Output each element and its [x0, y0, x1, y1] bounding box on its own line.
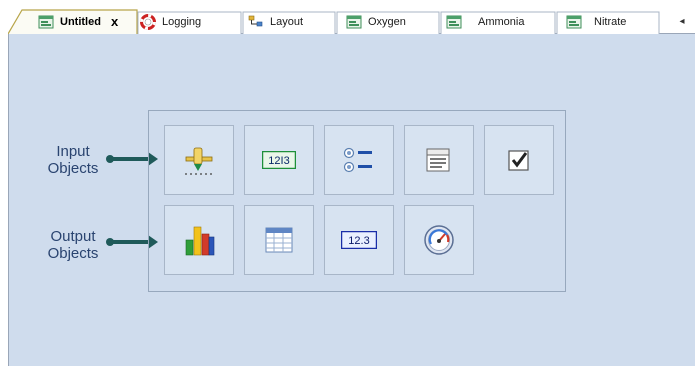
- tab-label: Layout: [270, 15, 304, 28]
- close-tab-button[interactable]: x: [111, 14, 118, 29]
- form-icon: [38, 15, 54, 28]
- radio-list-icon: [343, 147, 372, 173]
- gauge-icon: [424, 225, 454, 255]
- output-arrow: [106, 235, 158, 249]
- tab-label: Oxygen: [368, 15, 406, 28]
- checkbox-tile[interactable]: [484, 125, 554, 195]
- output-label-line-1: Output: [50, 228, 96, 245]
- option-list-tile[interactable]: [324, 125, 394, 195]
- output-label-line-2: Objects: [47, 245, 99, 262]
- bar-chart-tile[interactable]: [164, 205, 234, 275]
- tab-layout[interactable]: Layout: [242, 9, 336, 34]
- numeric-display-tile[interactable]: 12.3: [324, 205, 394, 275]
- input-arrow: [106, 152, 158, 166]
- tab-label: Logging: [162, 15, 202, 28]
- numeric-display-text: 12.3: [348, 235, 369, 247]
- slider-control-tile[interactable]: [164, 125, 234, 195]
- output-objects-label: Output Objects: [40, 228, 106, 262]
- slider-icon: [185, 147, 213, 175]
- list-box-icon: [426, 148, 450, 172]
- tab-label: Untitled: [60, 15, 101, 28]
- form-icon: [446, 15, 462, 28]
- input-objects-label: Input Objects: [42, 143, 104, 177]
- tab-label: Ammonia: [478, 15, 525, 28]
- input-label-line-1: Input: [56, 143, 90, 160]
- lifebuoy-icon: [140, 13, 156, 30]
- numeric-input-tile[interactable]: 12I3: [244, 125, 314, 195]
- data-table-tile[interactable]: [244, 205, 314, 275]
- form-icon: [566, 15, 582, 28]
- numeric-input-text: 12I3: [268, 155, 289, 167]
- numeric-input-icon: 12I3: [262, 151, 296, 169]
- dropdown-list-tile[interactable]: [404, 125, 474, 195]
- tab-ammonia[interactable]: Ammonia: [440, 9, 556, 34]
- gauge-tile[interactable]: [404, 205, 474, 275]
- checkbox-icon: [508, 150, 529, 171]
- layout-tree-icon: [248, 15, 263, 26]
- tab-label: Nitrate: [594, 15, 627, 28]
- bar-chart-icon: [185, 226, 215, 256]
- input-label-line-2: Objects: [47, 160, 99, 177]
- tab-scroll-left-button[interactable]: ◂: [673, 12, 691, 30]
- table-icon: [265, 227, 293, 253]
- tab-untitled[interactable]: Untitled x: [8, 9, 138, 34]
- tab-oxygen[interactable]: Oxygen: [336, 9, 440, 34]
- document-tab-bar: Untitled x Logging Layout Oxygen Ammonia…: [0, 0, 695, 34]
- tab-nitrate[interactable]: Nitrate: [556, 9, 660, 34]
- tab-logging[interactable]: Logging: [136, 9, 242, 34]
- numeric-display-icon: 12.3: [341, 231, 377, 249]
- form-icon: [346, 15, 362, 28]
